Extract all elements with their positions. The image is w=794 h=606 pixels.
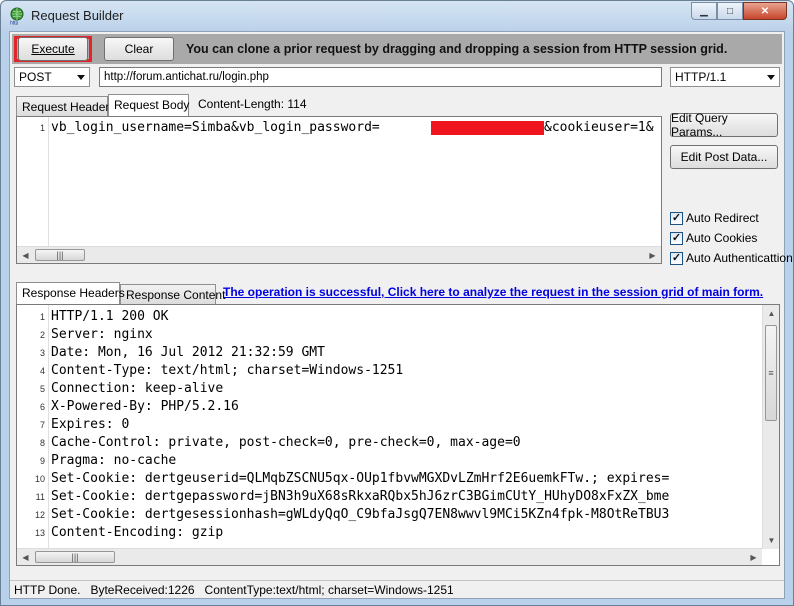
auto-cookies-checkbox[interactable]: ✓ [670,231,683,245]
body-line-tail-text: &cookieuser=1& [544,120,654,135]
close-icon: ✕ [760,5,770,17]
edit-post-data-button[interactable]: Edit Post Data... [670,145,778,169]
line-gutter: 1 2 3 4 5 6 7 8 9 10 11 12 13 [17,305,49,565]
line-number: 4 [39,366,45,376]
body-line-tail: &cookieuser=1& [544,120,654,135]
line-number: 3 [39,348,45,358]
client-area: Execute Clear You can clone a prior requ… [9,31,793,599]
auto-authentication-checkbox[interactable]: ✓ [670,251,683,265]
scroll-right-icon[interactable]: ▶ [745,549,762,565]
vertical-scrollbar[interactable]: ▲ ≡ ▼ [762,305,779,549]
status-state: HTTP Done. [14,583,81,597]
response-line: Cache-Control: private, post-check=0, pr… [51,435,521,450]
execute-label: Execute [31,42,75,56]
redaction-mark [431,121,544,135]
auto-redirect-checkbox[interactable]: ✓ [670,211,683,225]
minimize-button[interactable]: ▁ [691,2,717,20]
request-builder-window: http Request Builder ▁ □ ✕ Execute Clear… [0,0,794,606]
auto-redirect-label: Auto Redirect [686,211,759,225]
request-body-editor[interactable]: 1 vb_login_username=Simba&vb_login_passw… [16,116,662,264]
tab-response-content[interactable]: Response Content [120,284,225,304]
response-line: Pragma: no-cache [51,453,177,468]
response-line: Set-Cookie: dertgepassword=jBN3h9uX68sRk… [51,489,670,504]
url-input[interactable]: http://forum.antichat.ru/login.php [99,67,662,87]
body-line-text: vb_login_username=Simba&vb_login_passwor… [51,120,380,135]
close-button[interactable]: ✕ [743,2,787,20]
line-number: 2 [39,330,45,340]
line-number: 11 [35,492,45,502]
auto-redirect-option[interactable]: ✓ Auto Redirect [670,211,759,225]
chevron-down-icon [77,75,85,80]
toolbar-hint: You can clone a prior request by draggin… [186,42,728,56]
status-content-type: ContentType:text/html; charset=Windows-1… [204,583,454,597]
line-number: 9 [39,456,45,466]
content-length: Content-Length: 114 [198,97,307,111]
scroll-right-icon[interactable]: ▶ [644,247,661,263]
scroll-up-icon[interactable]: ▲ [763,305,779,322]
response-line: Server: nginx [51,327,153,342]
response-headers-editor[interactable]: 1 2 3 4 5 6 7 8 9 10 11 12 13 HTTP/1.1 200 OK Server:… [16,304,780,566]
line-number: 1 [39,123,45,133]
clear-label: Clear [124,42,154,56]
response-line: Set-Cookie: dertgesessionhash=gWLdyQqO_C… [51,507,670,522]
protocol-select[interactable]: HTTP/1.1 [670,67,780,87]
clear-button[interactable]: Clear [104,37,174,61]
tab-request-body[interactable]: Request Body [108,94,189,116]
auto-cookies-option[interactable]: ✓ Auto Cookies [670,231,757,245]
horizontal-scrollbar[interactable]: ◀ ||| ▶ [17,548,762,565]
minimize-icon: ▁ [700,5,708,17]
response-line: HTTP/1.1 200 OK [51,309,169,324]
response-line: Content-Type: text/html; charset=Windows… [51,363,404,378]
response-line: Set-Cookie: dertgeuserid=QLMqbZSCNU5qx-O… [51,471,670,486]
scroll-left-icon[interactable]: ◀ [17,247,34,263]
scroll-left-icon[interactable]: ◀ [17,549,34,565]
http-globe-icon: http [10,7,24,26]
response-line: Content-Encoding: gzip [51,525,224,540]
svg-text:http: http [10,21,19,26]
scroll-thumb[interactable]: ||| [35,249,85,261]
scroll-thumb[interactable]: ≡ [765,325,777,421]
auto-authentication-label: Auto Authenticattion [686,251,793,265]
status-bytes: ByteReceived:1226 [90,583,195,597]
response-line: Connection: keep-alive [51,381,224,396]
line-number: 6 [39,402,45,412]
execute-button[interactable]: Execute [18,37,88,61]
line-number: 13 [34,528,45,538]
status-bar: HTTP Done. ByteReceived:1226 ContentType… [10,580,784,598]
auto-authentication-option[interactable]: ✓ Auto Authenticattion [670,251,793,265]
maximize-icon: □ [726,5,734,17]
tab-response-headers[interactable]: Response Headers [16,282,125,304]
line-number: 5 [39,384,45,394]
edit-query-params-button[interactable]: Edit Query Params... [670,111,778,139]
tab-request-headers[interactable]: Request Headers [16,96,115,116]
line-number: 1 [39,312,45,322]
toolbar: Execute Clear You can clone a prior requ… [12,34,782,64]
analyze-request-link[interactable]: The operation is successful, Click here … [223,285,763,299]
auto-cookies-label: Auto Cookies [686,231,758,245]
window-title: Request Builder [31,8,124,23]
horizontal-scrollbar[interactable]: ◀ ||| ▶ [17,246,661,263]
method-value: POST [19,70,52,84]
maximize-button[interactable]: □ [717,2,743,20]
scroll-down-icon[interactable]: ▼ [763,532,779,549]
response-line: Expires: 0 [51,417,130,432]
body-line: vb_login_username=Simba&vb_login_passwor… [51,120,380,135]
protocol-value: HTTP/1.1 [675,70,727,84]
title-bar[interactable]: http Request Builder ▁ □ ✕ [1,1,793,31]
response-line: Date: Mon, 16 Jul 2012 21:32:59 GMT [51,345,325,360]
chevron-down-icon [767,75,775,80]
response-line: X-Powered-By: PHP/5.2.16 [51,399,239,414]
line-gutter: 1 [17,117,49,263]
method-select[interactable]: POST [14,67,90,87]
line-number: 7 [39,420,45,430]
scroll-thumb[interactable]: ||| [35,551,115,563]
response-lines: HTTP/1.1 200 OK Server: nginx Date: Mon, 1… [51,308,669,542]
line-number: 8 [39,438,45,448]
line-number: 10 [34,474,45,484]
line-number: 12 [34,510,45,520]
